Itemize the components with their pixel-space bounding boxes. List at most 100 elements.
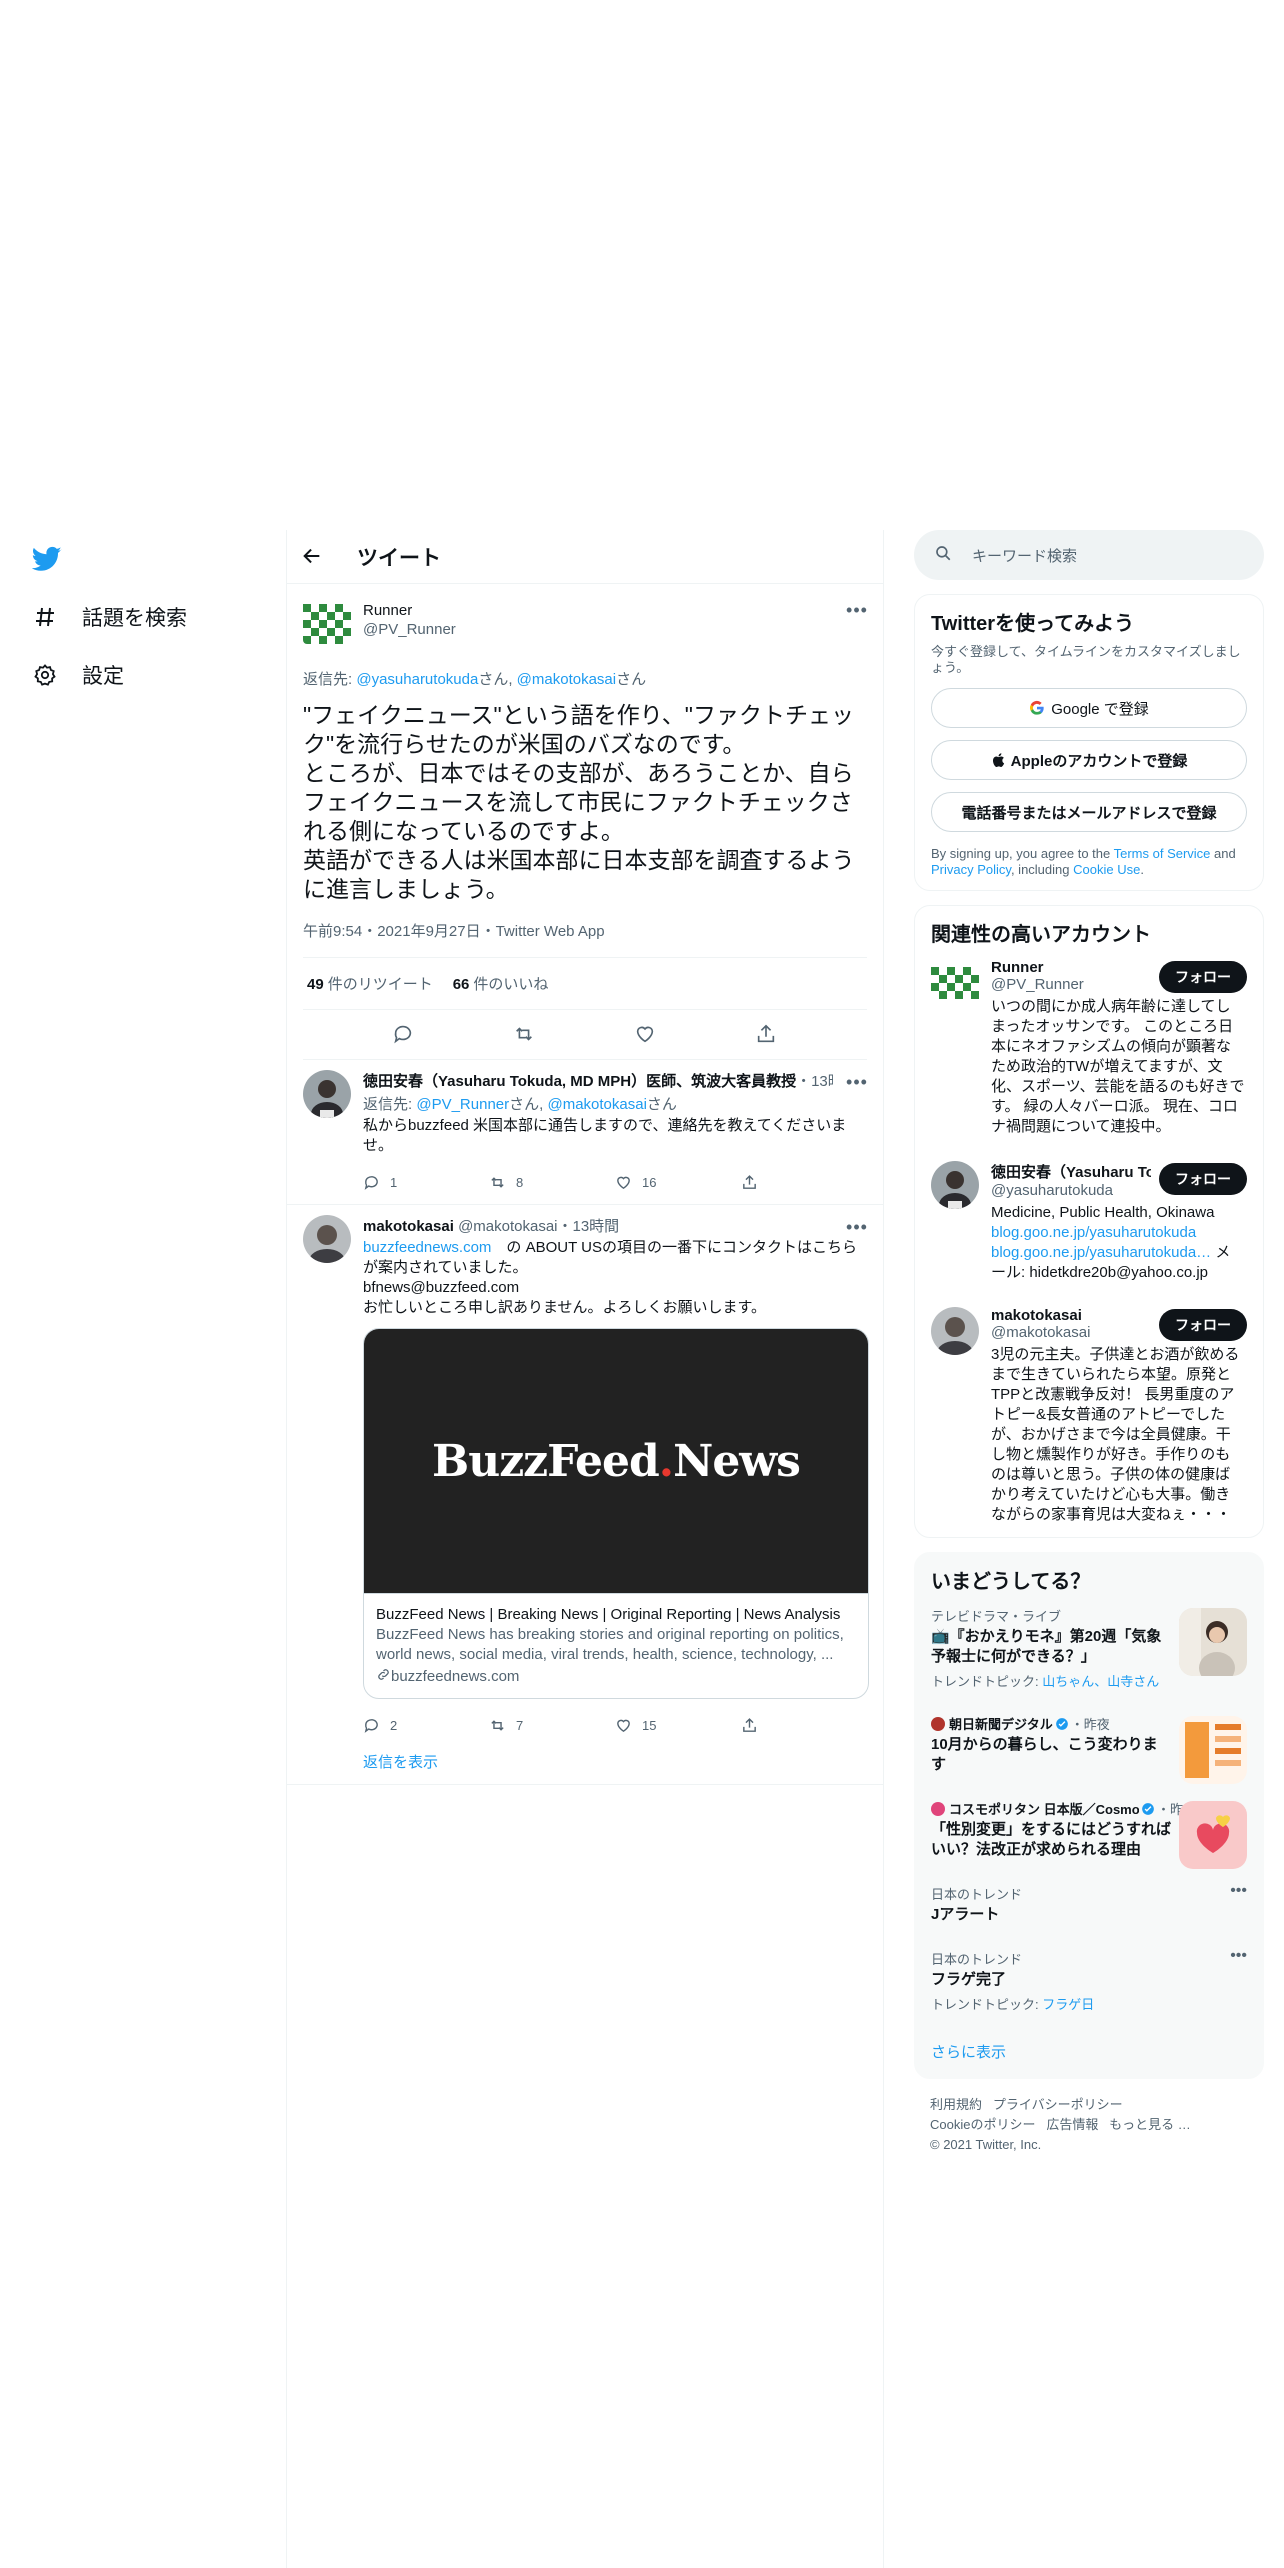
trend-item[interactable]: コスモポリタン 日本版／Cosmopolitan Japan ・昨日 「性別変更… (915, 1787, 1263, 1872)
trend-meta: 日本のトレンド (931, 1952, 1023, 1967)
terms-link[interactable]: Terms of Service (1114, 846, 1211, 861)
reply-author-name[interactable]: makotokasai (363, 1218, 454, 1235)
follow-button[interactable]: フォロー (1159, 1163, 1247, 1195)
account-name: 徳田安春（Yasuharu Tokuda, MD MPH） (991, 1164, 1151, 1181)
apple-signup-label: Appleのアカウントで登録 (1010, 752, 1188, 770)
trend-topic-link[interactable]: 山ちゃん、山寺さん (1042, 1674, 1159, 1689)
copyright: © 2021 Twitter, Inc. (930, 2137, 1042, 2152)
trend-source-name: 朝日新聞デジタル (949, 1717, 1053, 1732)
footer-terms-link[interactable]: 利用規約 (930, 2097, 982, 2112)
mention-link[interactable]: @yasuharutokuda (356, 671, 478, 688)
avatar[interactable] (303, 1070, 351, 1118)
avatar[interactable] (931, 1161, 979, 1209)
account-item[interactable]: makotokasai @makotokasai 3児の元主夫。子供達とお酒が飲… (915, 1295, 1263, 1537)
card-domain-text: buzzfeednews.com (391, 1668, 520, 1685)
google-signup-button[interactable]: Google で登録 (931, 688, 1247, 728)
follow-button[interactable]: フォロー (1159, 1309, 1247, 1341)
tweet-timestamp[interactable]: 午前9:54・2021年9月27日・Twitter Web App (303, 920, 867, 958)
reply-actions: 2 7 15 (363, 1713, 867, 1737)
news-source-icon (931, 1801, 945, 1816)
show-more-link[interactable]: さらに表示 (915, 2025, 1263, 2078)
retweet-button[interactable]: 8 (489, 1174, 615, 1191)
verified-icon (1055, 1717, 1069, 1731)
url-link[interactable]: buzzfeednews.com (363, 1239, 491, 1256)
relevant-accounts-panel: 関連性の高いアカウント Runner @PV_Runner いつの間にか成人病年… (914, 905, 1264, 1538)
more-options-icon[interactable]: ••• (845, 1070, 869, 1094)
news-source-icon (931, 1716, 945, 1731)
show-replies-link[interactable]: 返信を表示 (287, 1747, 883, 1785)
account-bio: いつの間にか成人病年齢に達してしまったオッサンです。 このところ日本にネオファシ… (991, 998, 1245, 1135)
cookie-link[interactable]: Cookie Use (1073, 862, 1140, 877)
trend-topic-link[interactable]: フラゲ日 (1042, 1997, 1094, 2012)
bio-link[interactable]: blog.goo.ne.jp/yasuharutokuda… (991, 1244, 1211, 1261)
account-name: Runner (991, 959, 1044, 976)
reply-text: buzzfeednews.com の ABOUT USの項目の一番下にコンタクト… (363, 1238, 867, 1318)
heart-icon[interactable] (634, 1023, 658, 1047)
more-options-icon[interactable]: ••• (1230, 1947, 1247, 1965)
link-card[interactable]: BuzzFeed.News BuzzFeed News | Breaking N… (363, 1328, 869, 1699)
share-icon[interactable] (755, 1023, 779, 1047)
twitter-logo-icon[interactable] (31, 544, 64, 576)
like-button[interactable]: 16 (615, 1174, 741, 1191)
reply-time[interactable]: ・13時間 (558, 1218, 620, 1235)
footer-cookie-link[interactable]: Cookieのポリシー (930, 2117, 1035, 2132)
like-count-label: 件のいいね (473, 976, 549, 993)
nav-explore[interactable]: 話題を検索 (30, 597, 187, 637)
back-arrow-icon[interactable] (301, 545, 325, 569)
link-icon (376, 1667, 391, 1686)
trend-item[interactable]: 朝日新聞デジタル ・昨夜 10月からの暮らし、こう変わります (915, 1702, 1263, 1787)
like-button[interactable]: 15 (615, 1717, 741, 1734)
like-count: 15 (642, 1717, 657, 1733)
account-item[interactable]: 徳田安春（Yasuharu Tokuda, MD MPH） @yasuharut… (915, 1149, 1263, 1295)
mention-link[interactable]: @makotokasai (517, 671, 616, 688)
like-count-link[interactable]: 66 件のいいね (453, 973, 549, 994)
logo-text-b: News (673, 1435, 801, 1487)
more-options-icon[interactable]: ••• (1230, 1882, 1247, 1900)
footer-more-link[interactable]: もっと見る … (1109, 2117, 1191, 2132)
reply-time[interactable]: ・13時間 (796, 1073, 833, 1090)
more-options-icon[interactable]: ••• (845, 598, 869, 622)
mention-link[interactable]: @makotokasai (547, 1096, 646, 1113)
signup-subtitle: 今すぐ登録して、タイムラインをカスタマイズしましょう。 (931, 644, 1241, 675)
retweet-count-link[interactable]: 49 件のリツイート (307, 973, 433, 994)
account-item[interactable]: Runner @PV_Runner いつの間にか成人病年齢に達してしまったオッサ… (915, 947, 1263, 1149)
bio-link[interactable]: blog.goo.ne.jp/yasuharutokuda (991, 1224, 1196, 1241)
reply-author-handle[interactable]: @makotokasai (458, 1218, 557, 1235)
reply-tweet[interactable]: 徳田安春（Yasuharu Tokuda, MD MPH）医師、筑波大客員教授・… (287, 1060, 883, 1205)
trend-item[interactable]: テレビドラマ・ライブ 📺『おかえりモネ』第20週「気象予報士に何ができる？」 ト… (915, 1594, 1263, 1702)
avatar[interactable] (931, 959, 979, 1007)
mention-link[interactable]: @PV_Runner (416, 1096, 509, 1113)
reply-button[interactable]: 2 (363, 1717, 489, 1734)
avatar[interactable] (303, 596, 351, 644)
reply-tweet[interactable]: makotokasai @makotokasai・13時間 buzzfeedne… (287, 1205, 883, 1747)
search-input[interactable]: キーワード検索 (914, 530, 1264, 580)
retweet-button[interactable]: 7 (489, 1717, 615, 1734)
card-description: BuzzFeed News has breaking stories and o… (376, 1626, 844, 1663)
hashtag-icon (30, 602, 60, 632)
privacy-link[interactable]: Privacy Policy (931, 862, 1011, 877)
follow-button[interactable]: フォロー (1159, 961, 1247, 993)
tweet-author[interactable]: Runner @PV_Runner (303, 596, 867, 644)
trend-item[interactable]: 日本のトレンド フラゲ完了 トレンドトピック: フラゲ日 ••• (915, 1937, 1263, 2025)
buzzfeed-news-logo: BuzzFeed.News (432, 1435, 801, 1487)
apple-signup-button[interactable]: Appleのアカウントで登録 (931, 740, 1247, 780)
reply-icon[interactable] (392, 1023, 416, 1047)
suffix-text: さん (616, 671, 647, 688)
more-options-icon[interactable]: ••• (845, 1215, 869, 1239)
share-button[interactable] (741, 1717, 867, 1734)
card-image: BuzzFeed.News (364, 1329, 868, 1593)
reply-author-name[interactable]: 徳田安春（Yasuharu Tokuda, MD MPH）医師、筑波大客員教授 (363, 1073, 796, 1090)
avatar[interactable] (931, 1307, 979, 1355)
footer-ads-link[interactable]: 広告情報 (1046, 2117, 1098, 2132)
sidebar-right: キーワード検索 Twitterを使ってみよう 今すぐ登録して、タイムラインをカス… (914, 530, 1264, 2171)
nav-settings[interactable]: 設定 (30, 655, 124, 695)
trend-item[interactable]: 日本のトレンド Jアラート ••• (915, 1872, 1263, 1937)
focused-tweet: Runner @PV_Runner ••• 返信先: @yasuharutoku… (287, 584, 883, 958)
share-button[interactable] (741, 1174, 867, 1191)
account-name: makotokasai (991, 1307, 1082, 1324)
footer-privacy-link[interactable]: プライバシーポリシー (993, 2097, 1123, 2112)
reply-button[interactable]: 1 (363, 1174, 489, 1191)
phone-signup-button[interactable]: 電話番号またはメールアドレスで登録 (931, 792, 1247, 832)
avatar[interactable] (303, 1215, 351, 1263)
retweet-icon[interactable] (513, 1023, 537, 1047)
